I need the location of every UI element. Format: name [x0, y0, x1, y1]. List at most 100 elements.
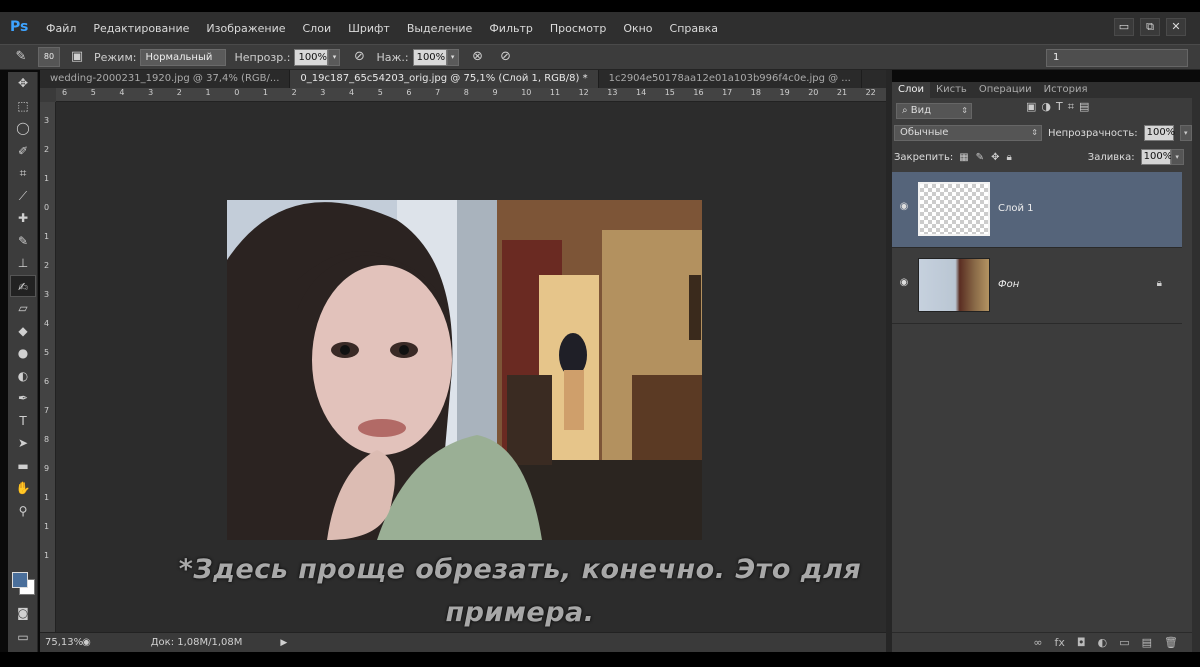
brush-panel-toggle-icon[interactable]: ▣: [66, 48, 88, 66]
horizontal-ruler: 6 5 4 3 2 1 0 1 2 3 4 5 6 7 8 9 10 11 12 13 14 15 16 17 18 19 20 21…: [56, 88, 886, 102]
letterbox-top: [0, 0, 1200, 12]
move-tool-icon[interactable]: ✥: [10, 72, 36, 94]
panel-scrollbar[interactable]: [1192, 82, 1200, 652]
mode-select[interactable]: Нормальный: [140, 48, 227, 66]
menu-image[interactable]: Изображение: [206, 22, 285, 35]
visibility-eye-icon[interactable]: ◉: [897, 201, 911, 215]
eyedropper-tool-icon[interactable]: ⟋: [10, 185, 36, 207]
menu-view[interactable]: Просмотр: [550, 22, 606, 35]
minimize-button[interactable]: ▭: [1114, 18, 1134, 36]
clone-stamp-tool-icon[interactable]: ⊥: [10, 252, 36, 274]
lock-position-icon[interactable]: ✥: [991, 152, 999, 163]
quick-mask-icon[interactable]: ◙: [10, 602, 36, 624]
pressure-opacity-icon[interactable]: ⊘: [348, 48, 370, 66]
tab-layers[interactable]: Слои: [892, 82, 930, 98]
pressure-input[interactable]: 100%: [412, 48, 447, 66]
brush-size-picker[interactable]: 80: [38, 47, 60, 67]
menu-window[interactable]: Окно: [623, 22, 652, 35]
ruler-h-tick-label: 21: [836, 88, 848, 97]
layer-opacity-dropdown[interactable]: ▾: [1179, 125, 1192, 141]
fill-dropdown[interactable]: ▾: [1170, 149, 1184, 165]
ruler-h-tick-label: 6: [62, 88, 68, 97]
crop-tool-icon[interactable]: ⌗: [10, 162, 36, 184]
layer-row-layer1[interactable]: ◉ Слой 1: [892, 172, 1182, 248]
lock-transparency-icon[interactable]: ▦: [959, 152, 968, 163]
status-menu-arrow-icon[interactable]: ▶: [280, 638, 287, 648]
status-info-icon[interactable]: ◉: [82, 637, 91, 648]
path-select-tool-icon[interactable]: ➤: [10, 432, 36, 454]
hand-tool-icon[interactable]: ✋: [10, 477, 36, 499]
ruler-h-tick-label: 5: [377, 88, 383, 97]
quick-select-tool-icon[interactable]: ✐: [10, 140, 36, 162]
screen-mode-icon[interactable]: ▭: [10, 626, 36, 648]
ruler-h-tick-label: 7: [435, 88, 441, 97]
restore-button[interactable]: ⧉: [1140, 18, 1160, 36]
delete-layer-icon[interactable]: 🗑︎: [1164, 636, 1178, 649]
layer-style-icon[interactable]: fx: [1055, 636, 1065, 649]
mode-label: Режим:: [94, 50, 137, 64]
pressure-size-icon[interactable]: ⊘: [495, 48, 517, 66]
type-filter-icon[interactable]: T: [1056, 100, 1063, 114]
ruler-h-tick-label: 17: [722, 88, 733, 97]
blend-mode-select[interactable]: Обычные: [894, 125, 1042, 141]
canvas-photo[interactable]: [227, 200, 702, 540]
close-button[interactable]: ✕: [1166, 18, 1186, 36]
foreground-color-swatch[interactable]: [12, 572, 28, 588]
eraser-tool-icon[interactable]: ▱: [10, 297, 36, 319]
workspace-select[interactable]: 1: [1046, 49, 1188, 67]
healing-brush-tool-icon[interactable]: ✚: [10, 207, 36, 229]
tab-actions[interactable]: Операции: [973, 82, 1038, 98]
menu-edit[interactable]: Редактирование: [93, 22, 189, 35]
adjustment-layer-icon[interactable]: ◐: [1098, 636, 1108, 649]
smart-object-filter-icon[interactable]: ▤: [1079, 100, 1089, 114]
link-layers-icon[interactable]: ∞: [1033, 636, 1042, 649]
menu-help[interactable]: Справка: [670, 22, 718, 35]
visibility-eye-icon[interactable]: ◉: [897, 277, 911, 291]
menu-layers[interactable]: Слои: [303, 22, 332, 35]
ruler-v-tick-label: 0: [44, 203, 50, 212]
add-mask-icon[interactable]: ◘: [1077, 636, 1086, 649]
menu-filter[interactable]: Фильтр: [489, 22, 533, 35]
history-brush-tool-icon[interactable]: ✍: [10, 274, 36, 297]
shape-tool-icon[interactable]: ▬: [10, 455, 36, 477]
pen-tool-icon[interactable]: ✒: [10, 387, 36, 409]
ruler-v-tick-label: 1: [44, 551, 50, 560]
lasso-tool-icon[interactable]: ◯: [10, 117, 36, 139]
tab-document-2[interactable]: 0_19c187_65c54203_orig.jpg @ 75,1% (Слой…: [290, 70, 599, 88]
menu-select[interactable]: Выделение: [407, 22, 473, 35]
fill-input[interactable]: 100%: [1140, 149, 1172, 165]
new-group-icon[interactable]: ▭: [1119, 636, 1129, 649]
blur-tool-icon[interactable]: ●: [10, 342, 36, 364]
menu-file[interactable]: Файл: [46, 22, 76, 35]
tab-history[interactable]: История: [1038, 82, 1094, 98]
zoom-tool-icon[interactable]: ⚲: [10, 500, 36, 522]
brush-tool-icon[interactable]: ✎: [10, 230, 36, 252]
dodge-tool-icon[interactable]: ◐: [10, 365, 36, 387]
tab-document-3[interactable]: 1c2904e50178aa12e01a103b996f4c0e.jpg @ .…: [599, 70, 862, 88]
paint-bucket-tool-icon[interactable]: ◆: [10, 320, 36, 342]
pressure-dropdown[interactable]: ▾: [446, 48, 459, 66]
history-brush-tool-icon[interactable]: ✎: [10, 48, 32, 66]
opacity-dropdown[interactable]: ▾: [328, 48, 341, 66]
layer-row-background[interactable]: ◉ Фон 🔒︎: [892, 248, 1182, 324]
pixel-filter-icon[interactable]: ▣: [1026, 100, 1036, 114]
options-bar: ✎ 80 ▣ Режим: Нормальный Непрозр.: 100% …: [0, 44, 1200, 70]
layer-name: Слой 1: [998, 203, 1034, 214]
layers-panel: Слои Кисть Операции История ⌕ Вид ▣ ◑ T …: [892, 82, 1192, 652]
lock-pixels-icon[interactable]: ✎: [976, 152, 984, 163]
tab-document-1[interactable]: wedding-2000231_1920.jpg @ 37,4% (RGB/..…: [40, 70, 291, 88]
ruler-v-tick-label: 3: [44, 116, 50, 125]
opacity-input[interactable]: 100%: [294, 48, 329, 66]
menu-type[interactable]: Шрифт: [348, 22, 390, 35]
adjustment-filter-icon[interactable]: ◑: [1041, 100, 1051, 114]
tab-brush[interactable]: Кисть: [930, 82, 973, 98]
zoom-level[interactable]: 75,13%: [40, 637, 83, 648]
lock-all-icon[interactable]: 🔒︎: [1006, 152, 1011, 163]
shape-filter-icon[interactable]: ⌗: [1068, 100, 1074, 114]
layer-filter-select[interactable]: ⌕ Вид: [896, 103, 972, 119]
type-tool-icon[interactable]: T: [10, 410, 36, 432]
layer-opacity-input[interactable]: 100%: [1143, 125, 1175, 141]
marquee-tool-icon[interactable]: ⬚: [10, 95, 36, 117]
airbrush-icon[interactable]: ⊗: [467, 48, 489, 66]
new-layer-icon[interactable]: ▤: [1142, 636, 1152, 649]
